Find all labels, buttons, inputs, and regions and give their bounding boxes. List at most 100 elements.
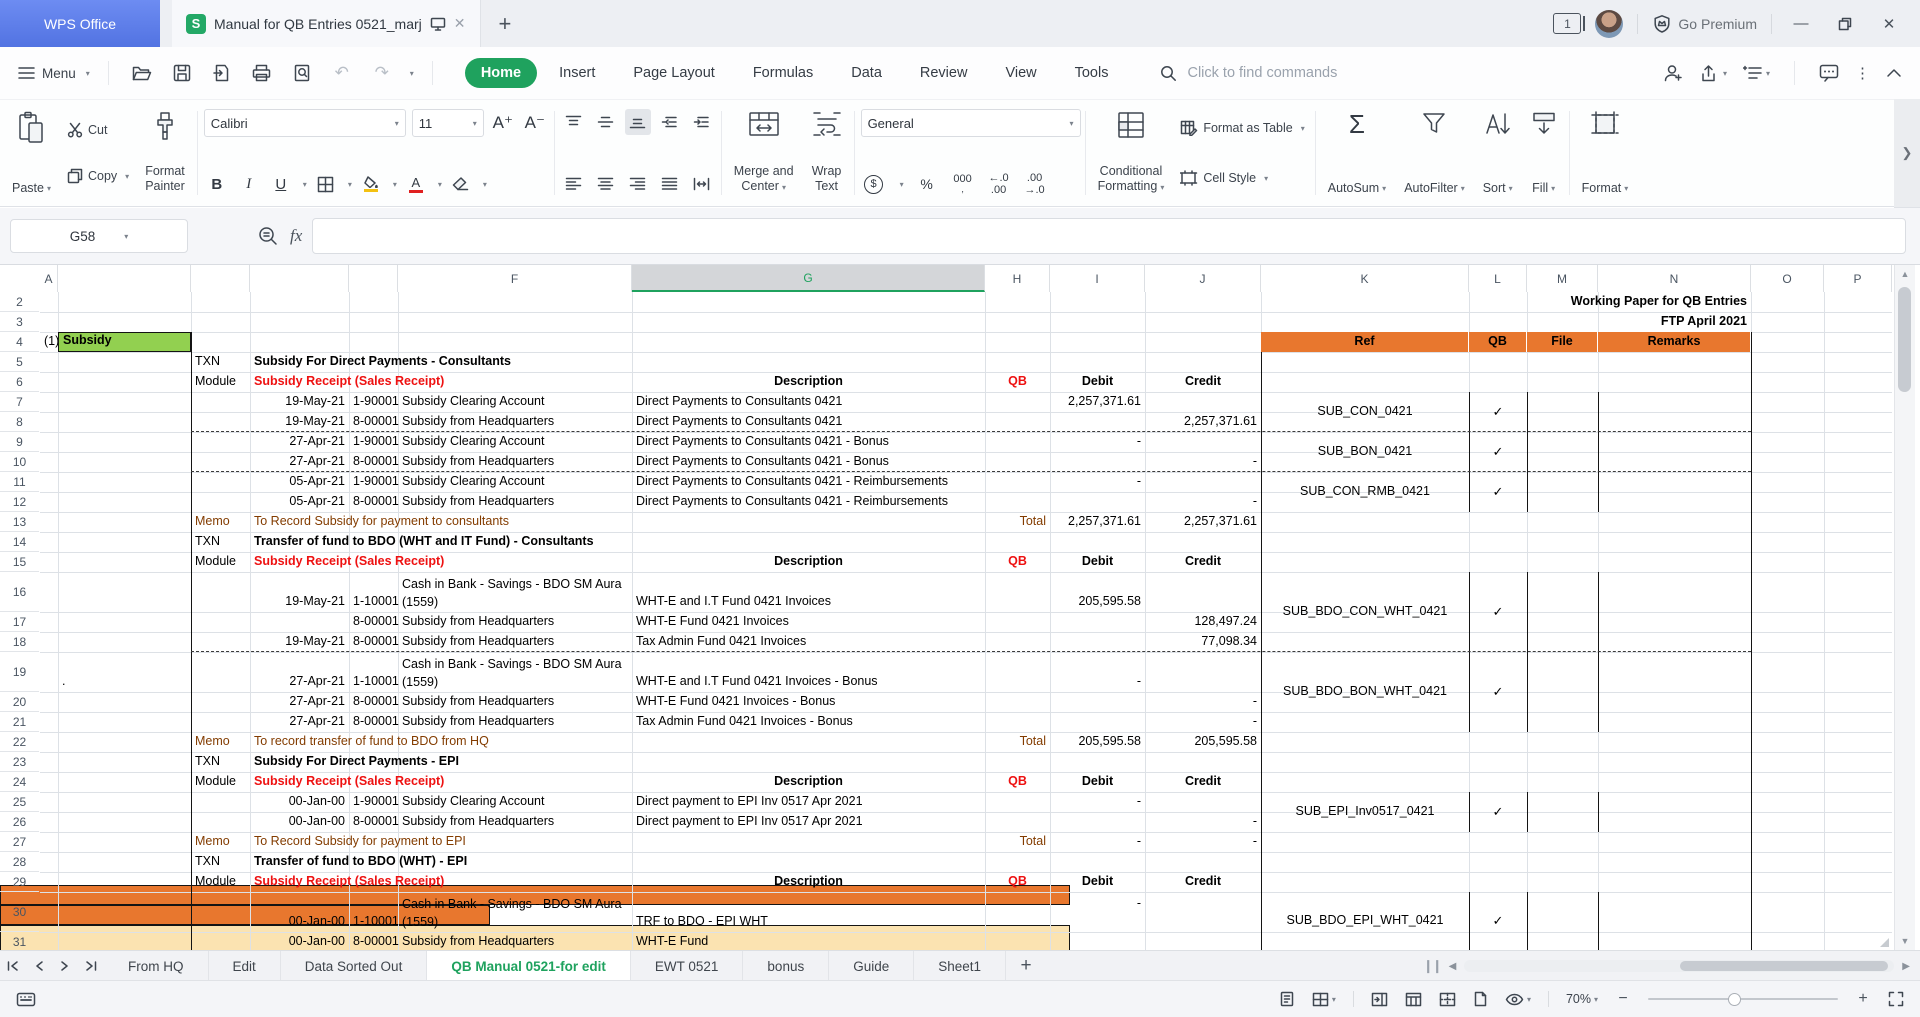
cell-I29[interactable]: Debit (1050, 872, 1145, 892)
last-sheet-icon[interactable] (78, 951, 104, 981)
cell-D30[interactable]: 00-Jan-00 (250, 892, 349, 932)
quickbar-dropdown-icon[interactable]: ▾ (410, 69, 414, 78)
cell-D26[interactable]: 00-Jan-00 (250, 812, 349, 832)
cell-D29[interactable]: Subsidy Receipt (Sales Receipt) (250, 872, 632, 892)
undo-button[interactable]: ↶ (327, 58, 357, 88)
horizontal-scrollbar[interactable] (1464, 960, 1895, 972)
cell-D25[interactable]: 00-Jan-00 (250, 792, 349, 812)
cell-L4[interactable]: QB (1469, 332, 1527, 352)
row-header-28[interactable]: 28 (0, 852, 39, 872)
close-window-button[interactable]: ✕ (1874, 15, 1904, 33)
cell-K4[interactable]: Ref (1261, 332, 1469, 352)
row-header-11[interactable]: 11 (0, 472, 39, 492)
row-header-26[interactable]: 26 (0, 812, 39, 832)
cell-I19[interactable]: - (1050, 652, 1145, 692)
cell-F12[interactable]: Subsidy from Headquarters (398, 492, 632, 512)
sheet-tab-bonus[interactable]: bonus (743, 951, 830, 981)
cell-I15[interactable]: Debit (1050, 552, 1145, 572)
row-header-4[interactable]: 4 (0, 332, 39, 352)
row-header-16[interactable]: 16 (0, 572, 39, 612)
cell-G8[interactable]: Direct Payments to Consultants 0421 (632, 412, 985, 432)
row-header-25[interactable]: 25 (0, 792, 39, 812)
scroll-right-icon[interactable]: ▶ (1902, 961, 1910, 972)
align-top-icon[interactable] (561, 109, 587, 135)
align-center-icon[interactable] (593, 171, 619, 197)
cell-J20[interactable]: - (1145, 692, 1261, 712)
zoom-formula-icon[interactable] (258, 226, 278, 246)
close-document-icon[interactable]: ✕ (454, 15, 466, 32)
column-header-D[interactable] (250, 265, 349, 292)
workbook-view-button[interactable]: ▾ (1312, 992, 1336, 1007)
checkmark-L25[interactable]: ✓ (1469, 792, 1527, 832)
cell-C27[interactable]: Memo (191, 832, 250, 852)
menu-button[interactable]: Menu ▾ (18, 66, 90, 81)
cell-D9[interactable]: 27-Apr-21 (250, 432, 349, 452)
cell-G7[interactable]: Direct Payments to Consultants 0421 (632, 392, 985, 412)
cell-H29[interactable]: QB (985, 872, 1050, 892)
cell-B19[interactable]: . (58, 652, 191, 692)
decrease-indent-icon[interactable] (657, 109, 683, 135)
decrease-decimal-icon[interactable]: .00 →.0 (1022, 171, 1048, 197)
cell-I16[interactable]: 205,595.58 (1050, 572, 1145, 612)
cell-I22[interactable]: 205,595.58 (1050, 732, 1145, 752)
cell-G21[interactable]: Tax Admin Fund 0421 Invoices - Bonus (632, 712, 985, 732)
increase-font-icon[interactable]: A⁺ (490, 110, 516, 136)
tab-data[interactable]: Data (835, 58, 898, 88)
minimize-button[interactable]: — (1786, 15, 1816, 32)
scroll-down-icon[interactable]: ▼ (1895, 932, 1915, 950)
cell-B4[interactable]: Subsidy (58, 332, 191, 352)
cell-E11[interactable]: 1-90001 (349, 472, 399, 492)
next-sheet-icon[interactable] (52, 951, 78, 981)
cell-I6[interactable]: Debit (1050, 372, 1145, 392)
merge-center-button[interactable]: Merge and Center ▾ (728, 107, 800, 199)
font-color-button[interactable]: A (403, 171, 429, 197)
cell-J22[interactable]: 205,595.58 (1145, 732, 1261, 752)
cell-D16[interactable]: 19-May-21 (250, 572, 349, 612)
cell-A4[interactable]: (1) (40, 332, 59, 352)
column-header-O[interactable]: O (1751, 265, 1824, 292)
row-header-19[interactable]: 19 (0, 652, 39, 692)
export-button[interactable] (207, 58, 237, 88)
cell-D12[interactable]: 05-Apr-21 (250, 492, 349, 512)
column-header-L[interactable]: L (1469, 265, 1527, 292)
vertical-scrollbar[interactable]: ▲ ▼ (1894, 265, 1915, 950)
cell-G26[interactable]: Direct payment to EPI Inv 0517 Apr 2021 (632, 812, 985, 832)
cell-F7[interactable]: Subsidy Clearing Account (398, 392, 632, 412)
conditional-formatting-button[interactable]: Conditional Formatting ▾ (1092, 107, 1171, 199)
comma-format-icon[interactable]: 000, (950, 171, 976, 197)
scroll-up-icon[interactable]: ▲ (1895, 265, 1915, 283)
format-button[interactable]: Format ▾ (1576, 107, 1635, 199)
cell-E20[interactable]: 8-00001 (349, 692, 399, 712)
fullscreen-icon[interactable] (1888, 991, 1904, 1007)
justify-icon[interactable] (657, 171, 683, 197)
cell-E21[interactable]: 8-00001 (349, 712, 399, 732)
row-header-6[interactable]: 6 (0, 372, 39, 392)
cell-N4[interactable]: Remarks (1598, 332, 1751, 352)
cell-E16[interactable]: 1-10001 (349, 572, 399, 612)
sort-button[interactable]: Sort ▾ (1477, 107, 1519, 199)
cell-G25[interactable]: Direct payment to EPI Inv 0517 Apr 2021 (632, 792, 985, 812)
tab-splitter-handle[interactable]: ❙❙ (1423, 958, 1443, 974)
spreadsheet-grid[interactable]: Working Paper for QB Entries FTP April 20… (0, 265, 1892, 950)
sheet-tab-sheet1[interactable]: Sheet1 (914, 951, 1007, 981)
task-list-button[interactable]: ▾ (1742, 65, 1770, 81)
row-header-21[interactable]: 21 (0, 712, 39, 732)
cell-J24[interactable]: Credit (1145, 772, 1261, 792)
row-header-30[interactable]: 30 (0, 892, 39, 932)
fill-button[interactable]: Fill ▾ (1525, 107, 1563, 199)
vertical-scroll-thumb[interactable] (1898, 287, 1911, 392)
cell-H22[interactable]: Total (985, 732, 1050, 752)
zoom-slider-thumb[interactable] (1727, 993, 1741, 1006)
cell-G19[interactable]: WHT-E and I.T Fund 0421 Invoices - Bonus (632, 652, 985, 692)
cell-F30[interactable]: Cash in Bank - Savings - BDO SM Aura (155… (398, 892, 632, 932)
borders-button[interactable] (313, 171, 339, 197)
row-header-8[interactable]: 8 (0, 412, 39, 432)
cell-D6[interactable]: Subsidy Receipt (Sales Receipt) (250, 372, 632, 392)
cell-H13[interactable]: Total (985, 512, 1050, 532)
tab-tools[interactable]: Tools (1059, 58, 1125, 88)
checkmark-L16[interactable]: ✓ (1469, 572, 1527, 652)
row-header-3[interactable]: 3 (0, 312, 39, 332)
cell-E9[interactable]: 1-90001 (349, 432, 399, 452)
cell-C14[interactable]: TXN (191, 532, 250, 552)
column-header-F[interactable]: F (398, 265, 632, 292)
